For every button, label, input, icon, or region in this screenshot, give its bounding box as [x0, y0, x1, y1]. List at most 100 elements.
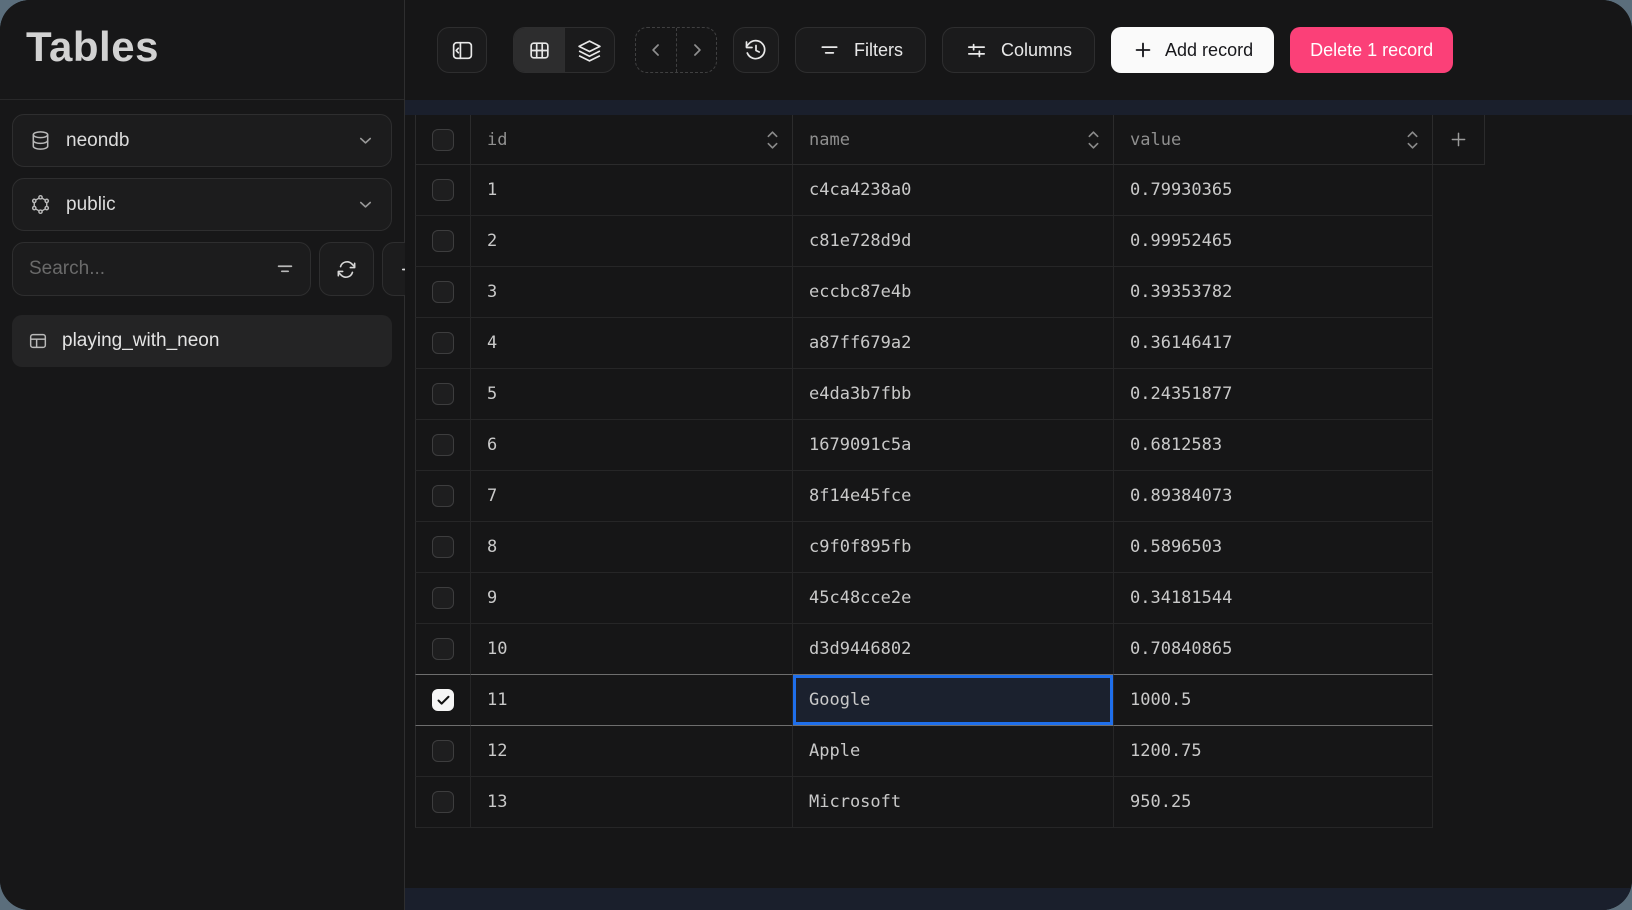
main-area: Filters Columns [405, 0, 1632, 910]
sidebar-item-playing_with_neon[interactable]: playing_with_neon [12, 315, 392, 367]
cell-id[interactable]: 8 [471, 522, 793, 573]
row-filler [1433, 369, 1485, 420]
schema-icon [29, 193, 52, 216]
cell-id[interactable]: 6 [471, 420, 793, 471]
row-filler [1433, 267, 1485, 318]
table-icon [27, 330, 49, 352]
cell-name[interactable]: e4da3b7fbb [793, 369, 1114, 420]
database-select-value: neondb [66, 130, 342, 152]
cell-value[interactable]: 0.70840865 [1114, 624, 1433, 675]
cell-value[interactable]: 0.89384073 [1114, 471, 1433, 522]
add-record-label: Add record [1165, 40, 1253, 61]
filters-button[interactable]: Filters [795, 27, 926, 73]
cell-id[interactable]: 12 [471, 726, 793, 777]
search-input[interactable] [29, 258, 274, 280]
cell-name[interactable]: eccbc87e4b [793, 267, 1114, 318]
cell-id[interactable]: 9 [471, 573, 793, 624]
cell-id[interactable]: 4 [471, 318, 793, 369]
delete-record-button[interactable]: Delete 1 record [1290, 27, 1453, 73]
cell-id[interactable]: 10 [471, 624, 793, 675]
cell-value[interactable]: 0.34181544 [1114, 573, 1433, 624]
cell-name[interactable]: Google [793, 675, 1114, 726]
cell-value[interactable]: 0.36146417 [1114, 318, 1433, 369]
sort-icon[interactable] [1405, 128, 1420, 152]
columns-button[interactable]: Columns [942, 27, 1095, 73]
cell-name[interactable]: c9f0f895fb [793, 522, 1114, 573]
cell-name[interactable]: Microsoft [793, 777, 1114, 828]
table-row: 945c48cce2e0.34181544 [415, 573, 1485, 624]
prev-page-button[interactable] [636, 28, 676, 72]
cell-value[interactable]: 0.24351877 [1114, 369, 1433, 420]
column-header-id[interactable]: id [471, 115, 793, 165]
cell-value[interactable]: 1000.5 [1114, 675, 1433, 726]
row-checkbox[interactable] [432, 230, 454, 252]
row-checkbox[interactable] [432, 281, 454, 303]
row-checkbox[interactable] [432, 179, 454, 201]
cell-name[interactable]: d3d9446802 [793, 624, 1114, 675]
grid-view-tab[interactable] [514, 28, 564, 72]
history-button[interactable] [733, 27, 779, 73]
cell-value[interactable]: 0.5896503 [1114, 522, 1433, 573]
sort-icon[interactable] [1086, 128, 1101, 152]
toolbar: Filters Columns [405, 0, 1632, 100]
cell-id[interactable]: 5 [471, 369, 793, 420]
cell-name[interactable]: Apple [793, 726, 1114, 777]
row-select-cell [415, 369, 471, 420]
cell-name[interactable]: c4ca4238a0 [793, 165, 1114, 216]
row-checkbox[interactable] [432, 536, 454, 558]
cell-name[interactable]: c81e728d9d [793, 216, 1114, 267]
cell-value[interactable]: 1200.75 [1114, 726, 1433, 777]
cell-name[interactable]: 45c48cce2e [793, 573, 1114, 624]
layers-view-tab[interactable] [564, 28, 614, 72]
row-checkbox[interactable] [432, 485, 454, 507]
header-row: idnamevalue [415, 115, 1485, 165]
row-select-cell [415, 420, 471, 471]
table-bottom-strip [405, 888, 1632, 910]
cell-id[interactable]: 3 [471, 267, 793, 318]
layers-icon [577, 38, 602, 63]
sort-icon[interactable] [765, 128, 780, 152]
cell-value[interactable]: 0.99952465 [1114, 216, 1433, 267]
add-column-button[interactable] [1433, 115, 1485, 165]
row-checkbox[interactable] [432, 638, 454, 660]
row-checkbox[interactable] [432, 791, 454, 813]
filter-icon [274, 258, 296, 280]
sidebar: Tables neondb [0, 0, 405, 910]
cell-value[interactable]: 0.39353782 [1114, 267, 1433, 318]
add-record-button[interactable]: Add record [1111, 27, 1274, 73]
schema-select[interactable]: public [12, 178, 392, 231]
toggle-sidebar-button[interactable] [437, 27, 487, 73]
row-checkbox[interactable] [432, 129, 454, 151]
row-filler [1433, 726, 1485, 777]
database-select[interactable]: neondb [12, 114, 392, 167]
row-filler [1433, 675, 1485, 726]
select-all-header [415, 115, 471, 165]
cell-value[interactable]: 950.25 [1114, 777, 1433, 828]
row-filler [1433, 624, 1485, 675]
next-page-button[interactable] [676, 28, 716, 72]
cell-value[interactable]: 0.79930365 [1114, 165, 1433, 216]
cell-id[interactable]: 13 [471, 777, 793, 828]
cell-id[interactable]: 2 [471, 216, 793, 267]
cell-id[interactable]: 7 [471, 471, 793, 522]
row-select-cell [415, 522, 471, 573]
row-checkbox[interactable] [432, 740, 454, 762]
cell-name[interactable]: 1679091c5a [793, 420, 1114, 471]
chevron-right-icon [687, 40, 707, 60]
column-header-name[interactable]: name [793, 115, 1114, 165]
row-checkbox-checked[interactable] [432, 689, 454, 711]
cell-name[interactable]: 8f14e45fce [793, 471, 1114, 522]
row-checkbox[interactable] [432, 383, 454, 405]
table-row: 12Apple1200.75 [415, 726, 1485, 777]
column-header-value[interactable]: value [1114, 115, 1433, 165]
cell-id[interactable]: 1 [471, 165, 793, 216]
row-checkbox[interactable] [432, 332, 454, 354]
cell-name[interactable]: a87ff679a2 [793, 318, 1114, 369]
row-checkbox[interactable] [432, 587, 454, 609]
cell-id[interactable]: 11 [471, 675, 793, 726]
row-checkbox[interactable] [432, 434, 454, 456]
grid-body: 1c4ca4238a00.79930365 2c81e728d9d0.999524… [415, 165, 1485, 828]
cell-value[interactable]: 0.6812583 [1114, 420, 1433, 471]
refresh-button[interactable] [319, 242, 374, 296]
grid-header: idnamevalue [415, 115, 1485, 165]
